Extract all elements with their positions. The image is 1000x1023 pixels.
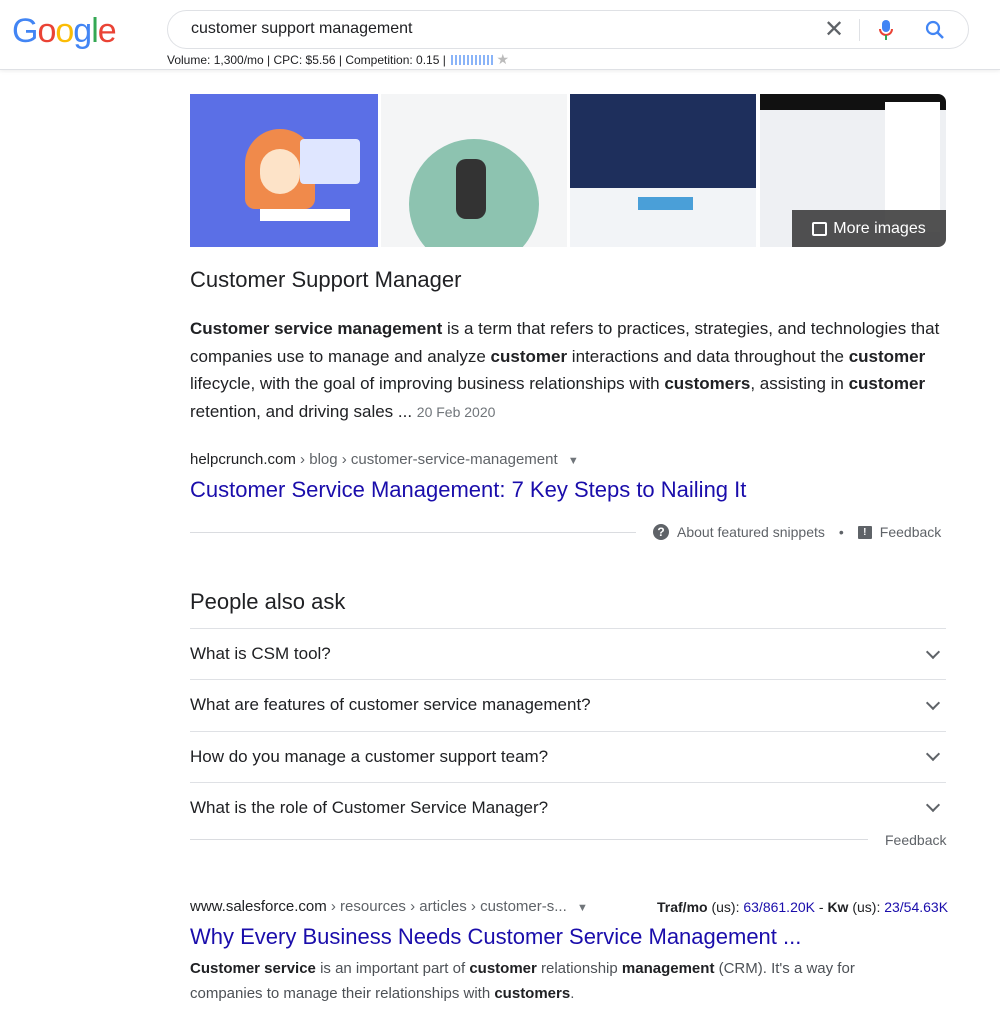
more-images-button[interactable]: More images	[792, 210, 946, 247]
featured-snippet: Customer service management is a term th…	[190, 315, 940, 426]
chevron-down-icon[interactable]	[925, 695, 941, 710]
chevron-down-icon[interactable]	[925, 798, 941, 813]
traf-value[interactable]: 63/861.20K	[743, 899, 815, 915]
paa-question[interactable]: How do you manage a customer support tea…	[190, 730, 946, 782]
breadcrumb-domain: helpcrunch.com	[190, 451, 296, 468]
caret-down-icon[interactable]: ▼	[577, 902, 588, 914]
feedback-link[interactable]: Feedback	[880, 524, 941, 540]
paa-question[interactable]: What is CSM tool?	[190, 628, 946, 679]
featured-breadcrumb: helpcrunch.com › blog › customer-service…	[190, 451, 579, 468]
search-icon[interactable]	[925, 20, 945, 40]
bold-term: customer	[848, 374, 926, 393]
caret-down-icon[interactable]: ▼	[568, 455, 579, 467]
result-snippet: Customer service is an important part of…	[190, 956, 860, 1006]
traf-label: Traf/mo	[657, 899, 708, 915]
seo-stats-text: Volume: 1,300/mo | CPC: $5.56 | Competit…	[167, 53, 446, 67]
paa-feedback-link[interactable]: Feedback	[885, 832, 946, 848]
image-thumbnail[interactable]	[570, 94, 756, 247]
more-images-label: More images	[833, 219, 926, 237]
snippet-text: .	[570, 985, 575, 1002]
snippet-text: interactions and data throughout the	[567, 346, 849, 366]
paa-question[interactable]: What are features of customer service ma…	[190, 679, 946, 730]
separator: -	[814, 899, 828, 915]
kw-label: Kw	[827, 899, 849, 915]
result-link[interactable]: Why Every Business Needs Customer Servic…	[190, 924, 801, 950]
bold-term: customer	[490, 346, 568, 366]
snippet-text: , assisting in	[750, 374, 849, 393]
paa-heading: People also ask	[190, 589, 346, 614]
breadcrumb-domain: www.salesforce.com	[190, 898, 327, 915]
clear-icon[interactable]: ✕	[824, 15, 844, 44]
snippet-text: retention, and driving sales ...	[190, 401, 417, 421]
bold-term: customer	[848, 346, 926, 366]
featured-result-link[interactable]: Customer Service Management: 7 Key Steps…	[190, 477, 746, 503]
bold-term: Customer service	[190, 960, 316, 977]
divider	[190, 532, 636, 533]
bold-term: customers	[494, 985, 571, 1002]
breadcrumb-path: › resources › articles › customer-s...	[326, 898, 567, 915]
star-icon[interactable]: ★	[497, 51, 510, 67]
search-box: ✕	[167, 10, 969, 49]
snippet-date: 20 Feb 2020	[416, 403, 496, 420]
divider	[190, 839, 868, 840]
image-thumbnail[interactable]	[381, 94, 567, 247]
question-text: What is CSM tool?	[190, 644, 331, 663]
snippet-text: relationship	[536, 960, 622, 977]
kw-region: (us):	[848, 899, 885, 915]
traffic-stats: Traf/mo (us): 63/861.20K - Kw (us): 23/5…	[657, 899, 948, 915]
result-breadcrumb: www.salesforce.com › resources › article…	[190, 898, 588, 915]
image-thumbnail[interactable]	[190, 94, 378, 247]
help-icon: ?	[653, 524, 669, 540]
kw-value[interactable]: 23/54.63K	[884, 899, 948, 915]
featured-title: Customer Support Manager	[190, 267, 462, 292]
about-featured-snippets-link[interactable]: About featured snippets	[677, 524, 825, 540]
breadcrumb-path: › blog › customer-service-management	[295, 451, 558, 468]
bold-term: customer	[469, 960, 537, 977]
question-text: What is the role of Customer Service Man…	[190, 797, 549, 817]
search-input[interactable]	[191, 20, 791, 38]
snippet-text: is an important part of	[315, 960, 470, 977]
seo-stats: Volume: 1,300/mo | CPC: $5.56 | Competit…	[167, 51, 509, 68]
divider	[859, 19, 860, 41]
paa-question[interactable]: What is the role of Customer Service Man…	[190, 781, 946, 833]
bold-term: customers	[664, 374, 751, 393]
bold-term: management	[621, 960, 715, 977]
header: Google ✕ Volume: 1,300/mo | CPC: $5.56 |…	[0, 0, 1000, 70]
chevron-down-icon[interactable]	[925, 747, 941, 762]
bold-term: Customer service management	[190, 319, 443, 338]
snippet-text: lifecycle, with the goal of improving bu…	[190, 374, 665, 393]
question-text: How do you manage a customer support tea…	[190, 746, 549, 766]
separator-dot: •	[838, 524, 844, 540]
image-icon	[812, 221, 828, 236]
microphone-icon[interactable]	[878, 19, 894, 41]
chevron-down-icon[interactable]	[925, 644, 941, 659]
feedback-icon: !	[857, 525, 872, 539]
google-logo[interactable]: Google	[12, 12, 117, 51]
traf-region: (us):	[707, 899, 744, 915]
question-text: What are features of customer service ma…	[190, 695, 591, 715]
trend-bars-icon	[451, 55, 494, 65]
